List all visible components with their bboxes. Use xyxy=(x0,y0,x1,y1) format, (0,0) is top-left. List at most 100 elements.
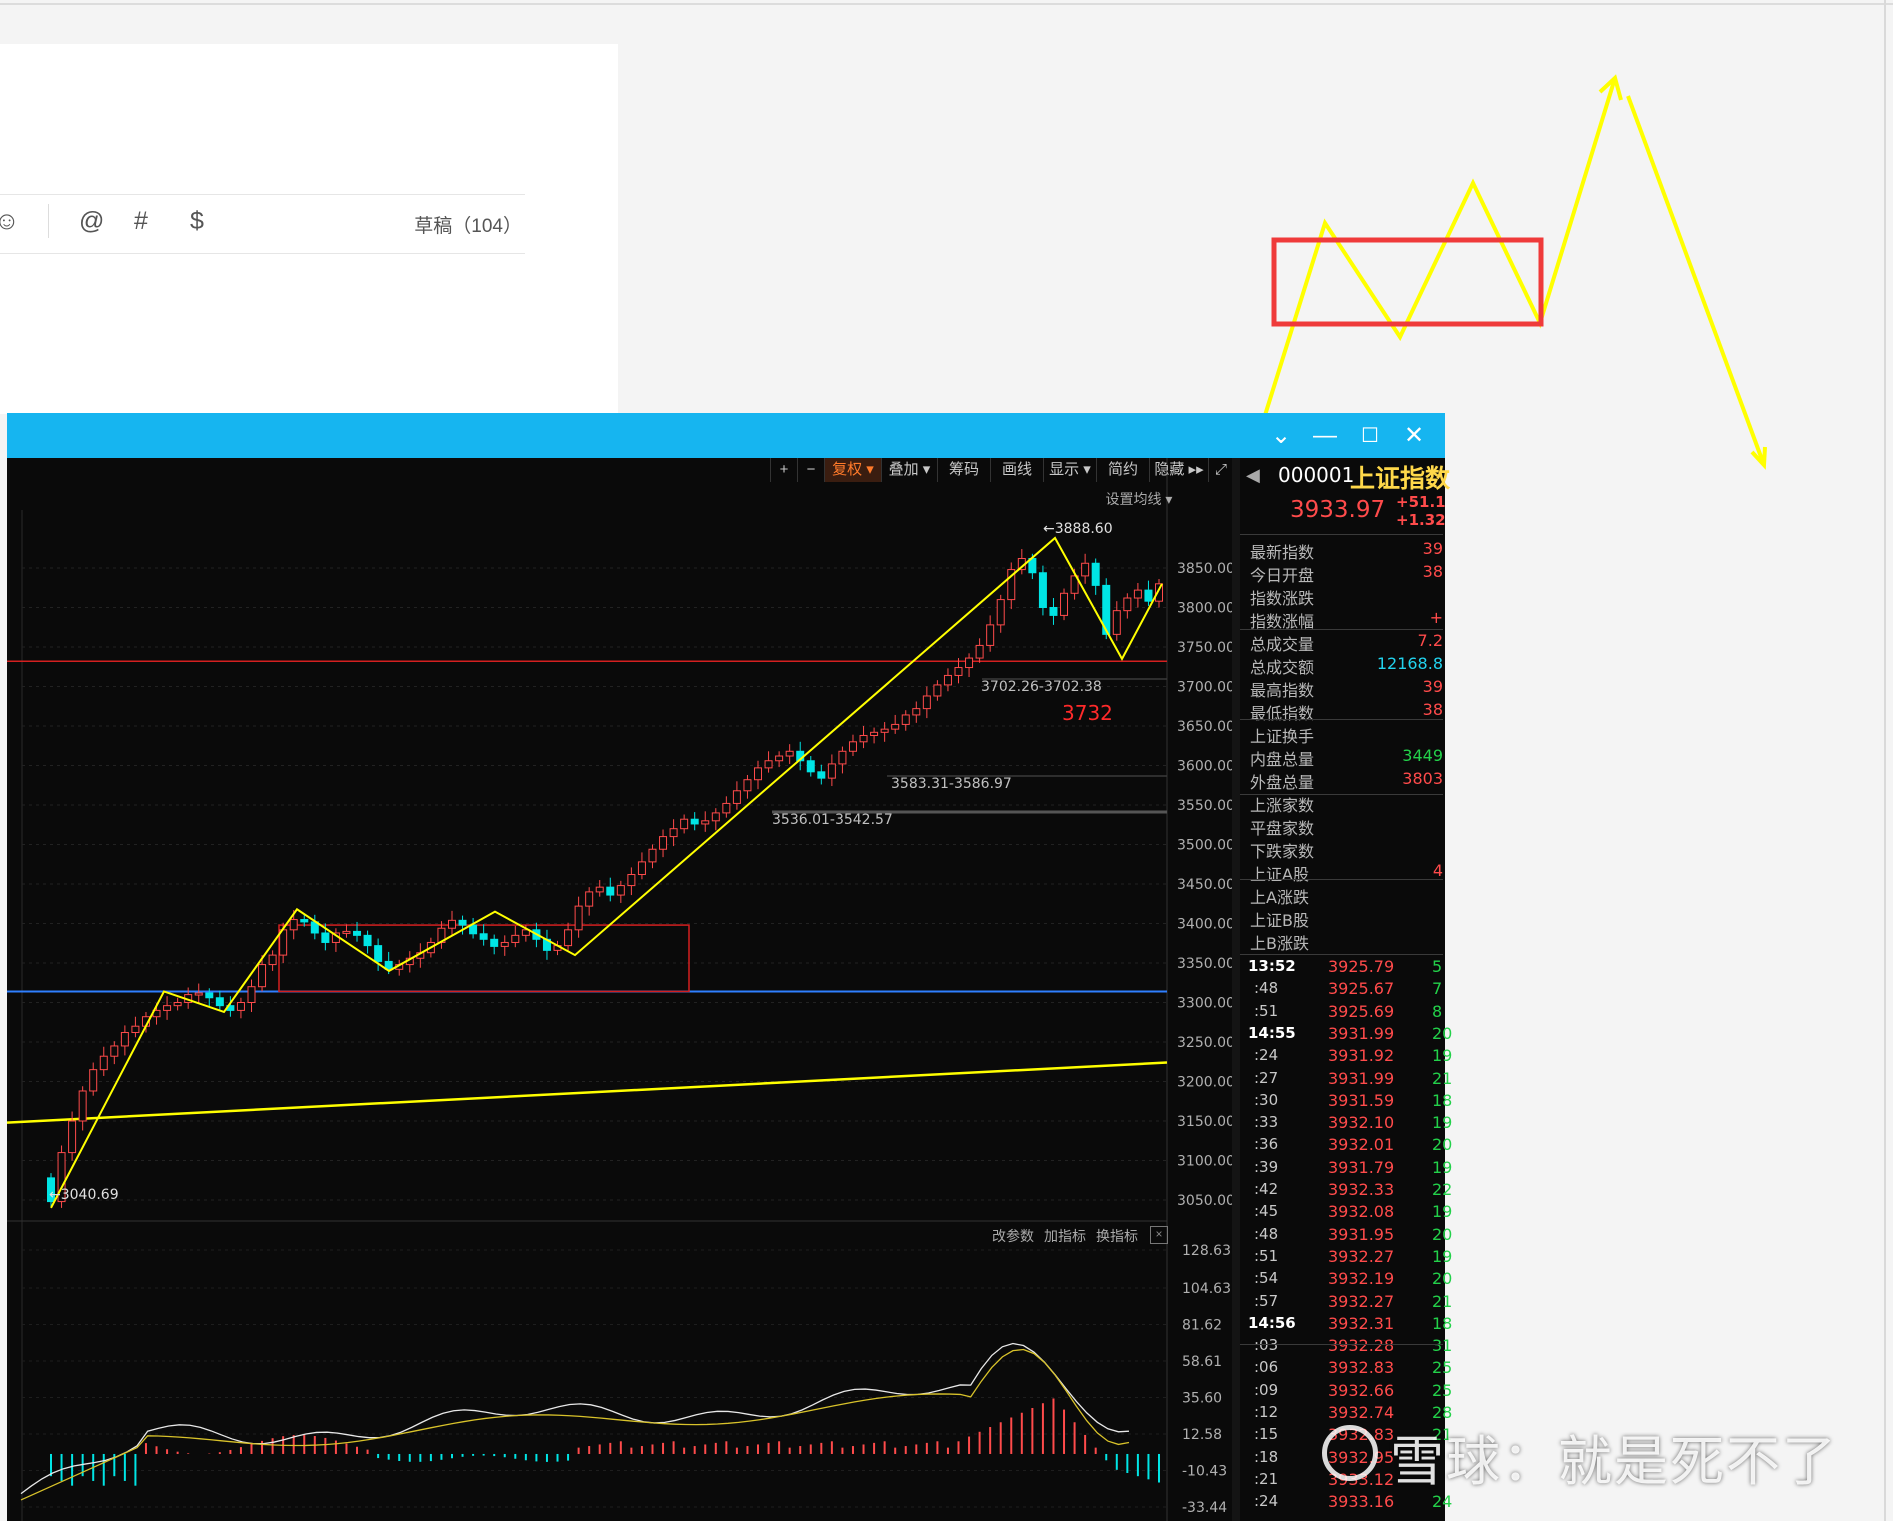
stat-value: 7.2 xyxy=(1417,631,1443,650)
stat-value: 3449 xyxy=(1402,746,1443,765)
candle-body xyxy=(236,1002,245,1011)
candle-body xyxy=(194,992,203,996)
zoom-in-button[interactable]: + xyxy=(770,458,797,482)
stat-label: 外盘总量 xyxy=(1250,773,1315,792)
gap-label: 3702.26-3702.38 xyxy=(981,679,1102,695)
tick-price: 3931.92 xyxy=(1328,1046,1395,1066)
stat-label: 最低指数 xyxy=(1250,704,1315,723)
candle-body xyxy=(986,624,995,646)
add-indicator-button[interactable]: 加指标 xyxy=(1040,1224,1090,1248)
resistance-value-label: 3732 xyxy=(1062,701,1113,725)
tick-time: :27 xyxy=(1254,1068,1279,1087)
candle-body xyxy=(68,1120,77,1154)
gap-label: 3583.31-3586.97 xyxy=(891,776,1012,792)
tick-time: :48 xyxy=(1254,1224,1279,1243)
macd-tick-label: -33.44 xyxy=(1182,1500,1227,1516)
tick-price: 3932.31 xyxy=(1328,1313,1395,1333)
candle-body xyxy=(680,818,689,830)
candle-body xyxy=(880,728,889,733)
tick-price: 3932.08 xyxy=(1328,1202,1395,1222)
stat-label: 指数涨跌 xyxy=(1250,589,1315,608)
candle-body xyxy=(500,941,509,947)
price-tick-label: 3600.00 xyxy=(1177,759,1235,775)
stat-label: 平盘家数 xyxy=(1250,819,1315,838)
panel-divider xyxy=(1240,954,1443,955)
chart-background xyxy=(7,458,1240,1521)
chips-button[interactable]: 筹码 xyxy=(937,458,990,482)
minimize-icon[interactable]: — xyxy=(1307,419,1343,453)
change-params-button[interactable]: 改参数 xyxy=(988,1224,1038,1248)
projection-down-arrow xyxy=(1626,95,1766,466)
stat-label: 上B涨跌 xyxy=(1250,934,1309,953)
tick-price: 3933.16 xyxy=(1328,1492,1395,1512)
candle-body xyxy=(110,1045,119,1057)
panel-divider xyxy=(1240,534,1443,535)
collapse-arrow-icon[interactable]: ◀ xyxy=(1246,465,1260,486)
candle-body xyxy=(511,934,520,943)
tick-price: 3932.19 xyxy=(1328,1269,1395,1289)
close-icon[interactable]: ✕ xyxy=(1396,419,1432,453)
price-tick-label: 3400.00 xyxy=(1177,917,1235,933)
candlestick-chart[interactable]: 3850.00 3800.00 3750.00 3700.00 3650.00 3600.… xyxy=(7,458,1240,1521)
draft-button[interactable]: 草稿（104） xyxy=(414,211,522,238)
tick-time: :54 xyxy=(1254,1269,1279,1288)
switch-indicator-button[interactable]: 换指标 xyxy=(1092,1224,1142,1248)
tick-volume: 25 xyxy=(1432,1380,1453,1400)
stat-label: 上涨家数 xyxy=(1250,796,1315,815)
maximize-icon[interactable]: ☐ xyxy=(1352,419,1388,453)
stat-value: 4 xyxy=(1432,861,1443,880)
tick-time: :24 xyxy=(1254,1046,1279,1065)
panel-divider xyxy=(1240,794,1443,795)
candle-body xyxy=(627,874,636,887)
tick-time: :45 xyxy=(1254,1202,1279,1221)
candle-body xyxy=(1112,610,1121,635)
zoom-out-button[interactable]: − xyxy=(797,458,824,482)
tick-price: 3925.79 xyxy=(1328,957,1395,976)
tick-price: 3931.59 xyxy=(1328,1090,1395,1110)
tick-volume: 19 xyxy=(1432,1113,1453,1133)
candle-body xyxy=(912,708,921,716)
tick-time: :48 xyxy=(1254,979,1279,998)
candle-body xyxy=(173,1002,182,1007)
chevron-down-icon[interactable]: ⌄ xyxy=(1263,419,1299,453)
window-titlebar[interactable]: ⌄ — ☐ ✕ xyxy=(7,413,1445,458)
candle-body xyxy=(922,695,931,710)
candle-body xyxy=(827,763,836,779)
hashtag-icon[interactable]: # xyxy=(134,207,148,236)
high-label: ←3888.60 xyxy=(1043,521,1113,537)
candle-body xyxy=(321,932,330,943)
candle-body xyxy=(870,731,879,736)
ma-settings-button[interactable]: 设置均线 ▾ xyxy=(1085,487,1193,511)
overlay-button[interactable]: 叠加 ▾ xyxy=(881,458,937,482)
toolbar-divider xyxy=(48,204,49,238)
stat-label: 内盘总量 xyxy=(1250,750,1315,769)
post-editor[interactable]: ☺ @ # $ 草稿（104） xyxy=(0,44,618,414)
mention-icon[interactable]: @ xyxy=(79,207,104,236)
stat-value: 38 xyxy=(1422,562,1443,581)
fuquan-button[interactable]: 复权 ▾ xyxy=(824,458,881,482)
stock-chart-window: ⌄ — ☐ ✕ 3850.00 3800.00 3750.00 3700.00 3650… xyxy=(7,413,1445,1521)
expand-icon[interactable]: ⤢ xyxy=(1208,458,1233,482)
tick-price: 3932.10 xyxy=(1328,1113,1395,1133)
tick-volume: 22 xyxy=(1432,1180,1453,1199)
tick-time: 14:55 xyxy=(1248,1023,1296,1042)
candle-body xyxy=(268,954,277,966)
price-tick-label: 3200.00 xyxy=(1177,1075,1235,1091)
macd-tick-label: 104.63 xyxy=(1182,1281,1231,1297)
candle-body xyxy=(574,905,583,931)
emoji-icon[interactable]: ☺ xyxy=(0,207,20,236)
tick-volume: 18 xyxy=(1432,1090,1453,1110)
display-button[interactable]: 显示 ▾ xyxy=(1043,458,1096,482)
hide-button[interactable]: 隐藏 ▸▸ xyxy=(1149,458,1208,482)
draw-line-button[interactable]: 画线 xyxy=(990,458,1043,482)
simple-button[interactable]: 简约 xyxy=(1096,458,1149,482)
tick-time: :21 xyxy=(1254,1469,1279,1488)
close-indicator-icon[interactable]: × xyxy=(1150,1226,1168,1244)
candle-body xyxy=(479,933,488,940)
low-label: ←3040.69 xyxy=(49,1187,119,1203)
stock-icon[interactable]: $ xyxy=(190,207,204,236)
panel-divider xyxy=(1240,629,1443,630)
tick-volume: 21 xyxy=(1432,1068,1453,1088)
stock-code: 000001 xyxy=(1278,463,1355,487)
tick-price: 3932.33 xyxy=(1328,1180,1395,1199)
